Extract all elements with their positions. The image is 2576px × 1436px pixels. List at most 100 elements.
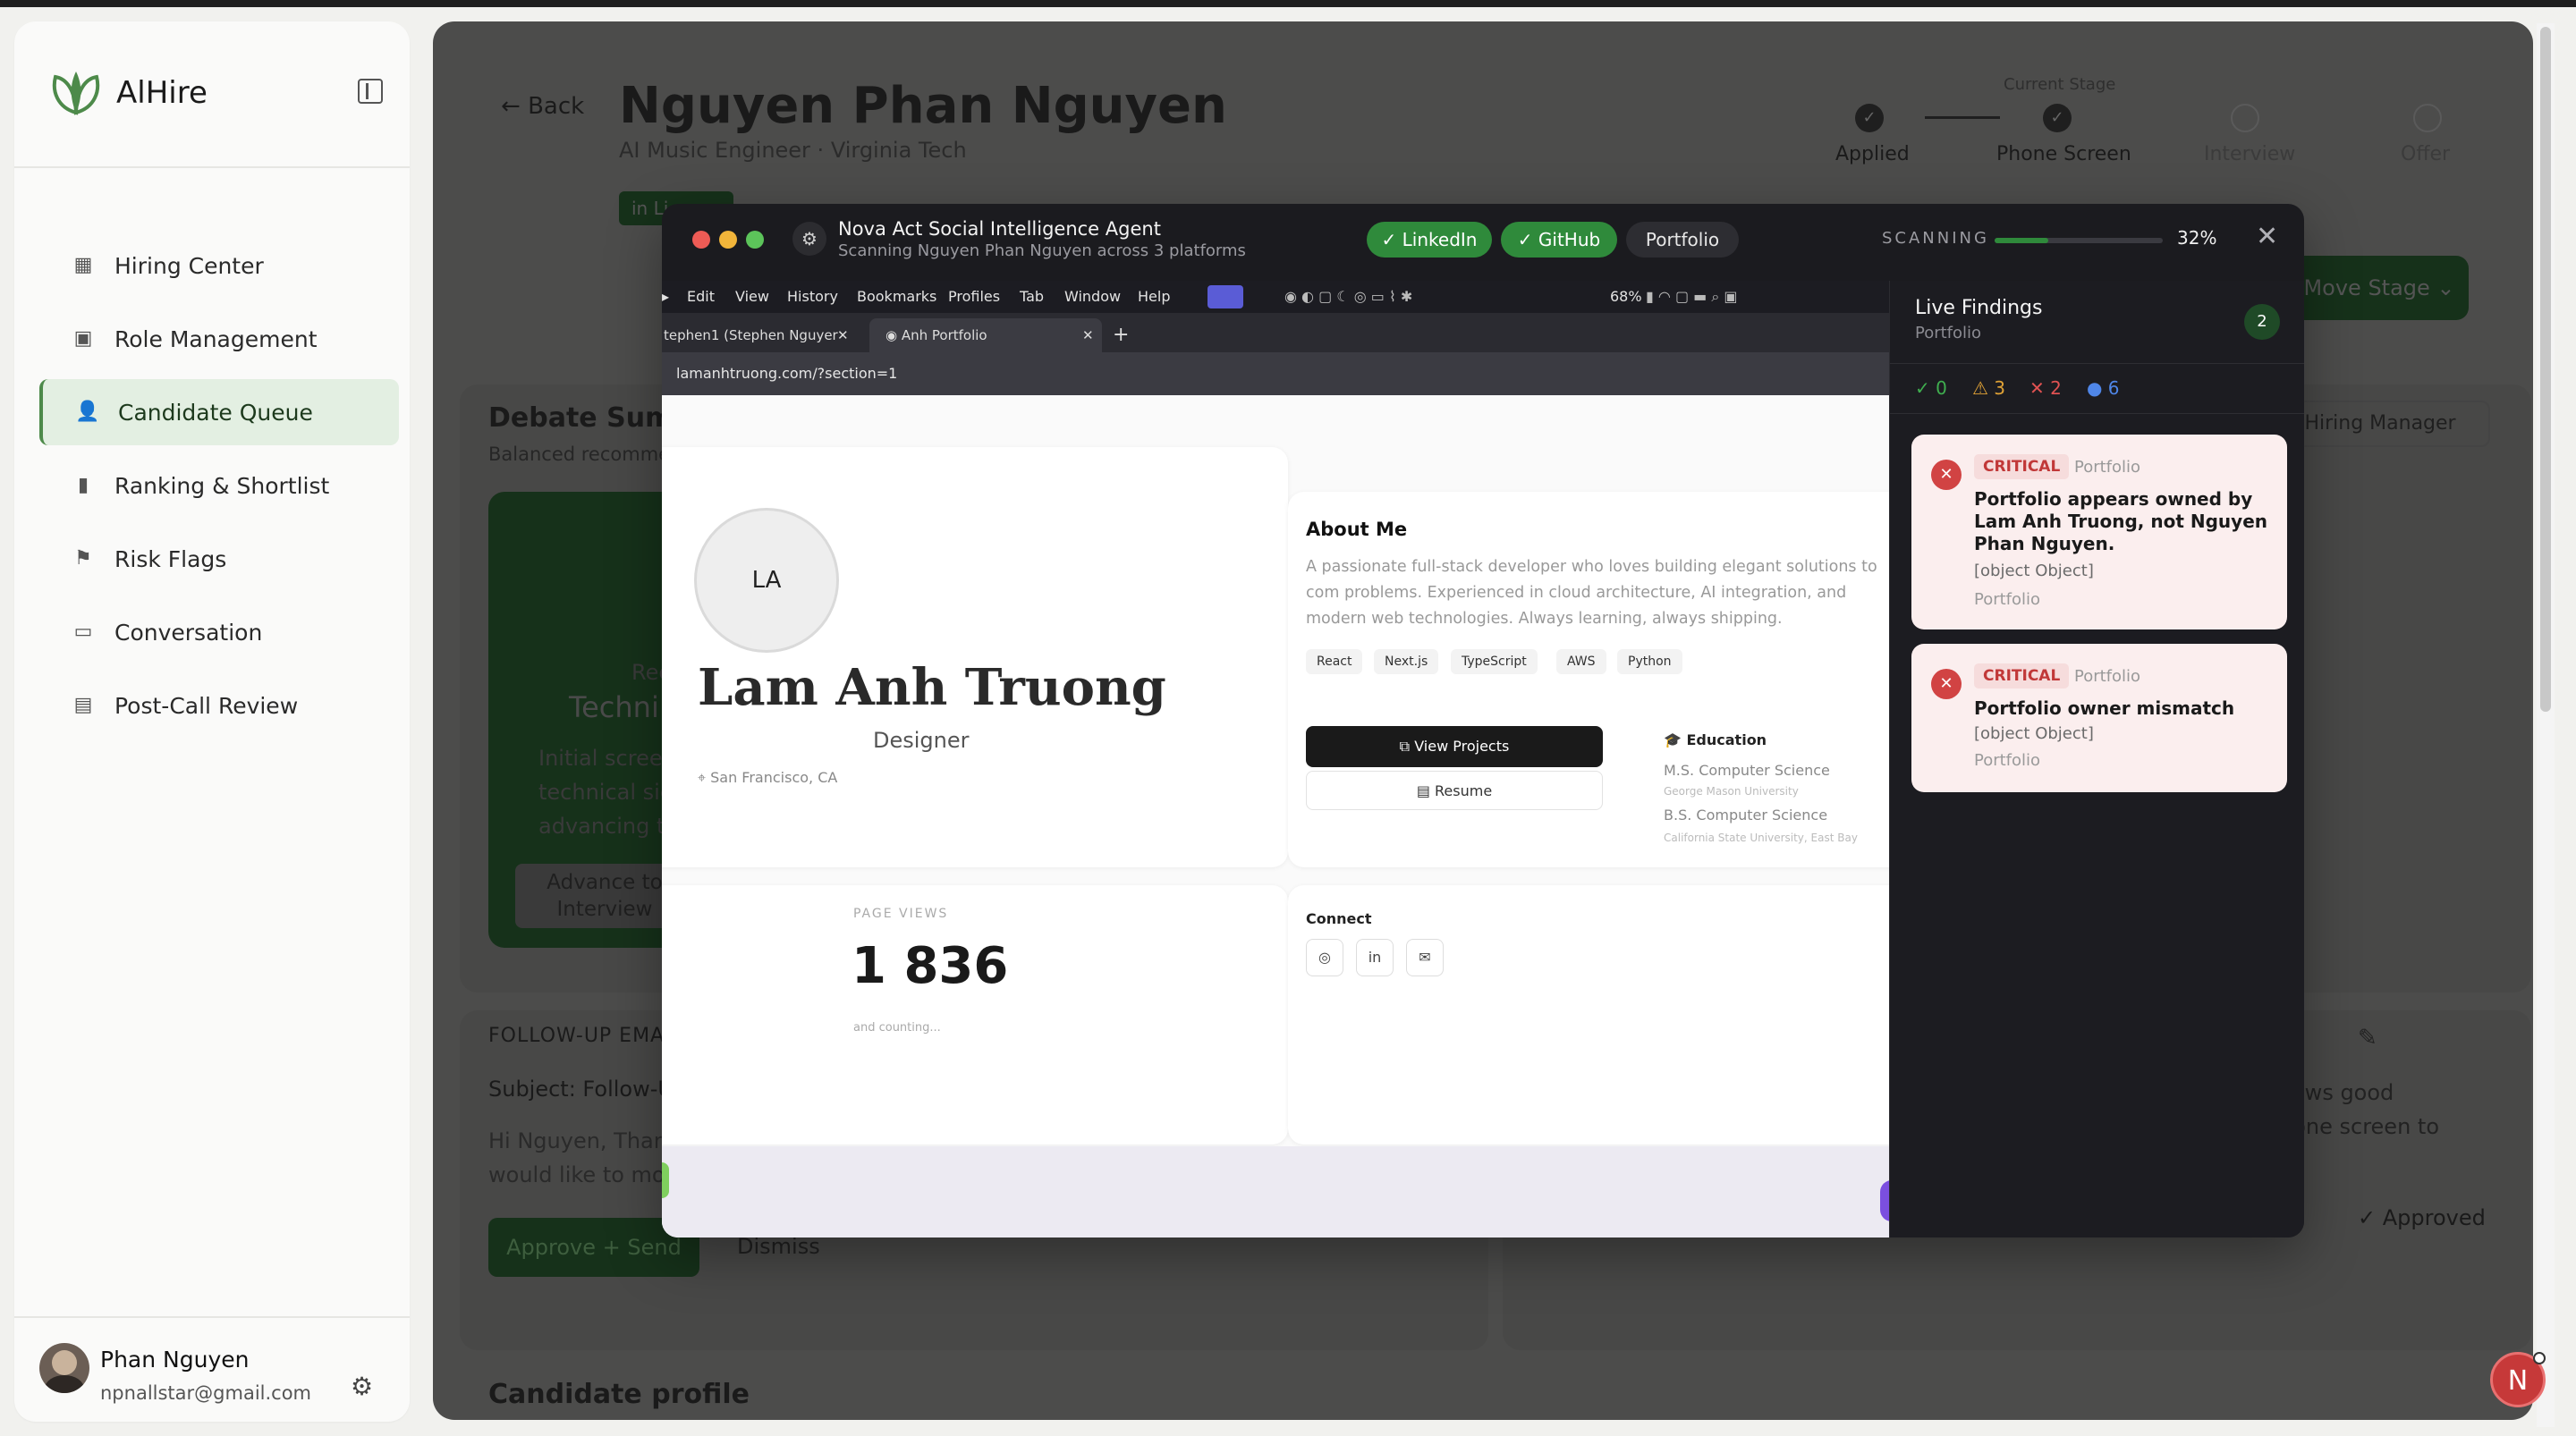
pencil-icon[interactable]: ✎ bbox=[2358, 1025, 2377, 1052]
hiring-manager-button[interactable]: o Hiring Manager bbox=[2275, 401, 2490, 447]
page-views-count: 1 836 bbox=[852, 937, 1009, 995]
screen-share-icon bbox=[1208, 285, 1243, 308]
education-school-2: California State University, East Bay bbox=[1664, 832, 1858, 844]
page-scrollbar-thumb[interactable] bbox=[2540, 27, 2551, 712]
view-projects-button[interactable]: ⧉ View Projects bbox=[1306, 726, 1603, 767]
browser-tab-strip: tephen1 (Stephen Nguyer ✕ ◉ Anh Portfoli… bbox=[662, 313, 1889, 352]
menu-tab[interactable]: Tab bbox=[1020, 288, 1044, 305]
divider bbox=[14, 1316, 410, 1318]
findings-subtitle: Portfolio bbox=[1915, 324, 1982, 342]
finding-card[interactable]: ✕ CRITICAL Portfolio Portfolio appears o… bbox=[1911, 435, 2287, 629]
brand[interactable]: AlHire bbox=[48, 68, 208, 118]
github-icon[interactable]: ◎ bbox=[1306, 939, 1343, 976]
stat-pass: ✓ 0 bbox=[1915, 377, 1947, 399]
portfolio-page: LA Lam Anh Truong Designer ⌖ San Francis… bbox=[662, 395, 1889, 1237]
location-text: San Francisco, CA bbox=[710, 769, 838, 786]
education-label: Education bbox=[1686, 731, 1767, 748]
nav-hiring-center[interactable]: ▦ Hiring Center bbox=[39, 232, 399, 299]
current-stage-label: Current Stage bbox=[2004, 75, 2116, 94]
nav-label: Risk Flags bbox=[114, 545, 227, 572]
nav-label: Hiring Center bbox=[114, 252, 264, 279]
menu-edit[interactable]: Edit bbox=[687, 288, 715, 305]
browser-tab-active[interactable]: ◉ Anh Portfolio ✕ bbox=[869, 318, 1102, 352]
skill-chip: Next.js bbox=[1374, 649, 1439, 674]
chat-icon: ▭ bbox=[73, 621, 93, 643]
skill-chip: TypeScript bbox=[1451, 649, 1538, 674]
findings-count-badge: 2 bbox=[2244, 304, 2280, 340]
menu-help[interactable]: Help bbox=[1138, 288, 1170, 305]
user-email: npnallstar@gmail.com bbox=[100, 1382, 312, 1404]
browser-recording: ▸ Edit View History Bookmarks Profiles T… bbox=[662, 281, 1889, 1237]
menu-profiles[interactable]: Profiles bbox=[948, 288, 1000, 305]
page-footer-band bbox=[662, 1146, 1889, 1237]
profile-role: Designer bbox=[873, 728, 970, 753]
portfolio-platform-pill[interactable]: Portfolio bbox=[1626, 222, 1739, 258]
side-widget[interactable] bbox=[662, 1162, 669, 1198]
scan-progress-bar bbox=[1995, 238, 2163, 243]
back-button[interactable]: ← Back bbox=[501, 93, 584, 120]
education-school-1: George Mason University bbox=[1664, 785, 1799, 798]
minimize-window-dot[interactable] bbox=[719, 231, 737, 249]
mail-icon[interactable]: ✉ bbox=[1406, 939, 1444, 976]
page-views-label: PAGE VIEWS bbox=[853, 907, 949, 921]
email-subject: Subject: Follow-U bbox=[488, 1077, 674, 1102]
close-window-dot[interactable] bbox=[692, 231, 710, 249]
profile-location: ⌖ San Francisco, CA bbox=[698, 769, 838, 786]
sidebar: AlHire ▦ Hiring Center ▣ Role Management 👤… bbox=[14, 21, 410, 1422]
collapse-sidebar-icon[interactable] bbox=[358, 79, 383, 104]
nav-risk-flags[interactable]: ⚑ Risk Flags bbox=[39, 526, 399, 592]
critical-x-icon: ✕ bbox=[1931, 669, 1962, 699]
nav-conversation[interactable]: ▭ Conversation bbox=[39, 599, 399, 665]
finding-footer: Portfolio bbox=[1974, 751, 2041, 770]
rec-line-3: advancing to bbox=[538, 814, 679, 839]
critical-x-icon: ✕ bbox=[1931, 460, 1962, 490]
new-tab-icon[interactable]: + bbox=[1113, 318, 1140, 352]
skill-chip: React bbox=[1306, 649, 1363, 674]
social-intelligence-modal: ⚙ Nova Act Social Intelligence Agent Sca… bbox=[662, 204, 2304, 1237]
tab-close-icon[interactable]: ✕ bbox=[837, 318, 849, 352]
nav-ranking-shortlist[interactable]: ▮ Ranking & Shortlist bbox=[39, 452, 399, 519]
github-platform-pill[interactable]: ✓ GitHub bbox=[1501, 222, 1617, 258]
live-findings-panel: Live Findings Portfolio 2 ✓ 0 ⚠ 3 ✕ 2 ● … bbox=[1889, 281, 2304, 1237]
menu-history[interactable]: History bbox=[787, 288, 838, 305]
findings-title: Live Findings bbox=[1915, 297, 2043, 319]
dismiss-button[interactable]: Dismiss bbox=[737, 1234, 820, 1259]
profile-initials: LA bbox=[694, 508, 839, 653]
finding-detail: [object Object] bbox=[1974, 724, 2094, 743]
url-bar[interactable]: lamanhtruong.com/?section=1 bbox=[662, 352, 1889, 395]
nav-label: Conversation bbox=[114, 619, 263, 646]
candidate-name: Nguyen Phan Nguyen bbox=[619, 77, 1227, 135]
gear-icon[interactable]: ⚙ bbox=[351, 1373, 373, 1400]
skill-chip: AWS bbox=[1556, 649, 1606, 674]
menu-bookmarks[interactable]: Bookmarks bbox=[857, 288, 936, 305]
stage-interview: Interview bbox=[2204, 143, 2296, 165]
close-icon[interactable]: ✕ bbox=[2256, 222, 2278, 252]
stat-warning: ⚠ 3 bbox=[1972, 377, 2006, 399]
agent-title: Nova Act Social Intelligence Agent bbox=[838, 218, 1161, 240]
finding-card[interactable]: ✕ CRITICAL Portfolio Portfolio owner mis… bbox=[1911, 644, 2287, 792]
window-top-bar bbox=[0, 0, 2576, 7]
stage-phone-screen: Phone Screen bbox=[1996, 143, 2131, 165]
nav-post-call-review[interactable]: ▤ Post-Call Review bbox=[39, 672, 399, 739]
nav-candidate-queue[interactable]: 👤 Candidate Queue bbox=[39, 379, 399, 445]
education-degree-1: M.S. Computer Science bbox=[1664, 762, 1830, 779]
tab-close-icon[interactable]: ✕ bbox=[1082, 318, 1094, 352]
menu-window[interactable]: Window bbox=[1064, 288, 1121, 305]
status-icons: ◉ ◐ ▢ ☾ ◎ ▭ ⌇ ✱ bbox=[1284, 288, 1413, 305]
education-degree-2: B.S. Computer Science bbox=[1664, 807, 1828, 824]
floating-chat-bubble[interactable] bbox=[1880, 1180, 1889, 1221]
rec-line-2: technical sig bbox=[538, 780, 674, 805]
nav-role-management[interactable]: ▣ Role Management bbox=[39, 306, 399, 372]
finding-title: Portfolio owner mismatch bbox=[1974, 697, 2235, 719]
menu-view[interactable]: View bbox=[735, 288, 769, 305]
nav-label: Candidate Queue bbox=[118, 399, 313, 426]
leaf-logo-icon bbox=[52, 72, 100, 115]
resume-button[interactable]: ▤ Resume bbox=[1306, 771, 1603, 810]
maximize-window-dot[interactable] bbox=[746, 231, 764, 249]
avatar[interactable] bbox=[39, 1343, 89, 1393]
move-stage-button[interactable]: Move Stage ⌄ bbox=[2290, 256, 2469, 320]
linkedin-icon[interactable]: in bbox=[1356, 939, 1394, 976]
linkedin-platform-pill[interactable]: ✓ LinkedIn bbox=[1367, 222, 1492, 258]
brand-name: AlHire bbox=[116, 75, 208, 111]
browser-tab[interactable]: tephen1 (Stephen Nguyer ✕ bbox=[662, 318, 859, 352]
